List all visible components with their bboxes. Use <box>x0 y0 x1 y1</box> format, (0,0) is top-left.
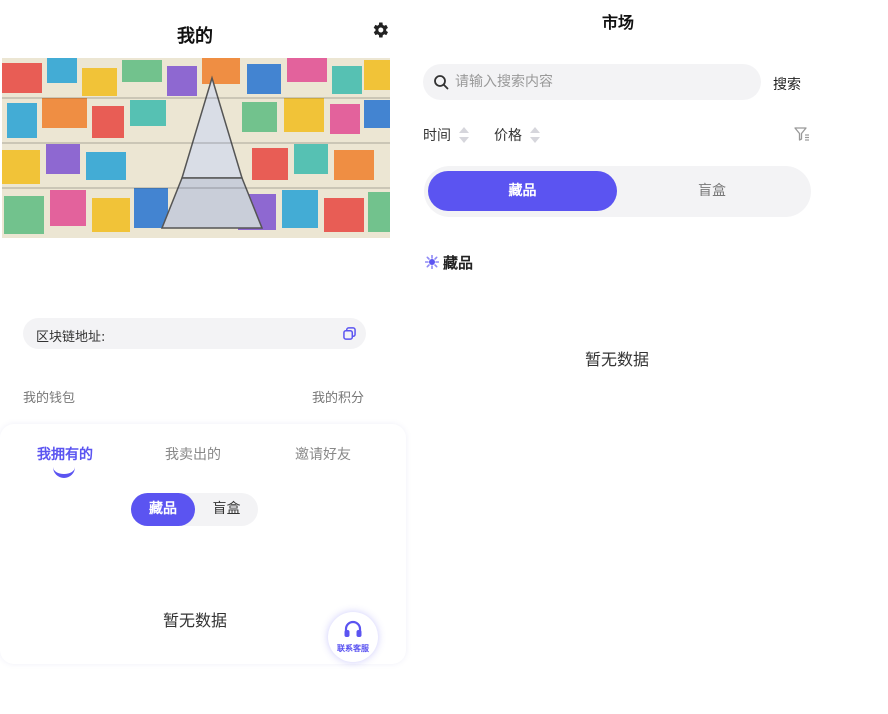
tab-owned[interactable]: 我拥有的 <box>37 444 93 464</box>
filter-icon[interactable] <box>794 126 810 142</box>
banner-image <box>2 58 390 238</box>
search-button[interactable]: 搜索 <box>773 74 801 94</box>
market-empty-state-text: 暂无数据 <box>584 350 649 369</box>
active-tab-indicator <box>53 466 75 478</box>
segment-collectibles[interactable]: 藏品 <box>131 493 195 526</box>
address-label: 区块链地址: <box>36 330 106 345</box>
sort-arrows-icon <box>530 127 541 143</box>
market-segment-collectibles[interactable]: 藏品 <box>428 171 617 211</box>
tab-invite-friends[interactable]: 邀请好友 <box>295 444 351 464</box>
sort-by-price[interactable]: 价格 <box>494 125 541 146</box>
blockchain-address-bar: 区块链地址: <box>23 318 366 349</box>
tab-sold[interactable]: 我卖出的 <box>165 444 221 464</box>
market-page: 市场 搜索 时间 价格 藏品 盲盒 <box>408 0 888 714</box>
market-title: 市场 <box>601 13 634 32</box>
star-icon <box>425 255 439 269</box>
copy-icon[interactable] <box>343 327 356 340</box>
section-heading: 藏品 <box>425 252 473 273</box>
my-points-link[interactable]: 我的积分 <box>312 387 364 406</box>
customer-service-label: 联系客服 <box>337 644 369 653</box>
sort-by-time[interactable]: 时间 <box>423 125 470 146</box>
sort-price-label: 价格 <box>494 128 522 144</box>
section-title: 藏品 <box>443 254 474 272</box>
sort-time-label: 时间 <box>423 128 451 144</box>
gear-icon[interactable] <box>370 20 390 40</box>
customer-service-button[interactable]: 联系客服 <box>328 612 378 662</box>
sort-arrows-icon <box>459 127 470 143</box>
my-wallet-link[interactable]: 我的钱包 <box>23 387 75 406</box>
category-segment: 藏品 盲盒 <box>131 493 258 526</box>
market-segment-blind-box[interactable]: 盲盒 <box>617 171 807 211</box>
profile-page: 我的 区块链地址: 我的钱包 我的积分 我拥有的 我卖出的 邀请好友 藏品 盲盒… <box>0 0 408 714</box>
search-input[interactable] <box>455 64 745 100</box>
page-title: 我的 <box>177 26 213 47</box>
segment-blind-box[interactable]: 盲盒 <box>195 493 258 526</box>
search-bar <box>423 64 761 100</box>
banner-artwork <box>2 58 390 238</box>
headset-icon <box>344 620 362 637</box>
market-category-segment: 藏品 盲盒 <box>424 166 811 217</box>
search-icon <box>434 75 449 90</box>
